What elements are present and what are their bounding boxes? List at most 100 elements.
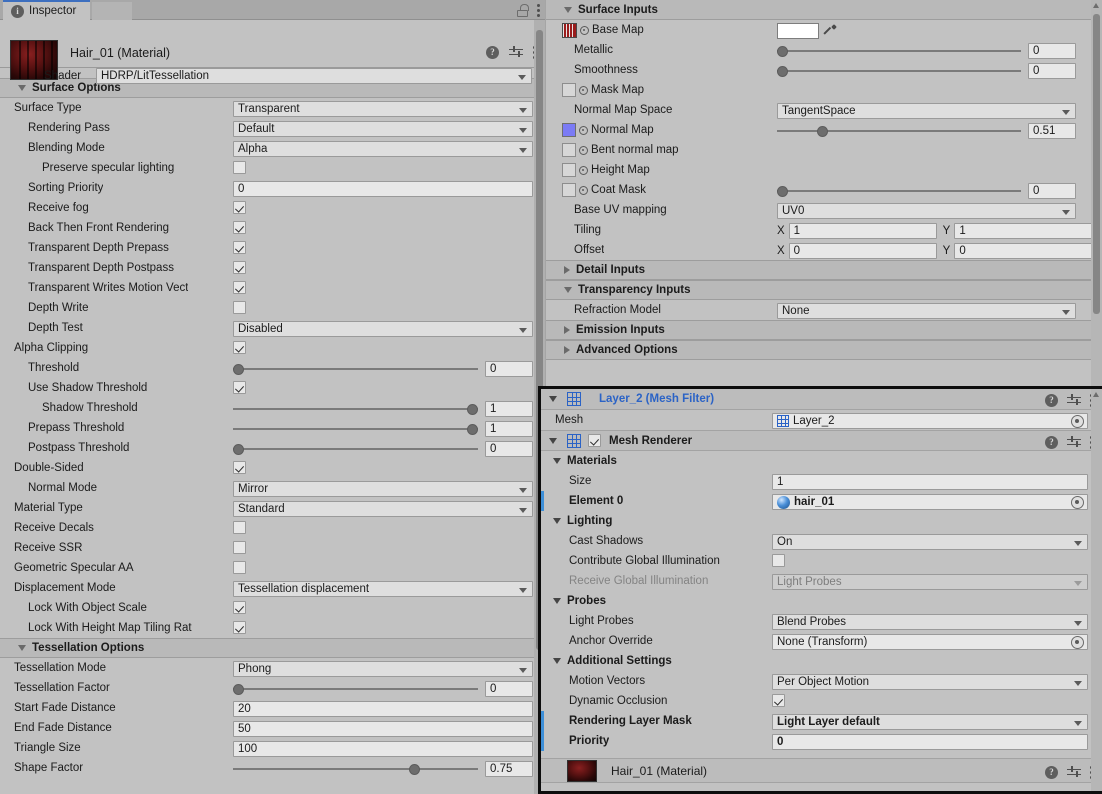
color-swatch-base-map[interactable] (777, 23, 819, 39)
input-tiling-y[interactable]: 1 (954, 223, 1102, 239)
input-sorting-priority[interactable]: 0 (233, 181, 533, 197)
checkbox-geometric-specular-aa[interactable] (233, 561, 246, 574)
texture-thumbnail-base-map[interactable] (562, 22, 577, 38)
slider-coat-mask[interactable] (777, 184, 1021, 198)
checkbox-depth-write[interactable] (233, 301, 246, 314)
scroll-up-arrow-icon[interactable] (1093, 392, 1099, 397)
preset-icon[interactable] (1067, 394, 1081, 407)
input-triangle-size[interactable]: 100 (233, 741, 533, 757)
input-normal-map[interactable]: 0.51 (1028, 123, 1076, 139)
texture-slot-empty[interactable] (562, 83, 576, 97)
dropdown-refraction-model[interactable]: None (777, 303, 1076, 319)
input-tessellation-factor[interactable]: 0 (485, 681, 533, 697)
dropdown-blending-mode[interactable]: Alpha (233, 141, 533, 157)
input-threshold[interactable]: 0 (485, 361, 533, 377)
help-icon[interactable]: ? (1045, 765, 1058, 779)
checkbox-receive-ssr[interactable] (233, 541, 246, 554)
section-surface-inputs[interactable]: Surface Inputs (546, 0, 1102, 20)
checkbox-double-sided[interactable] (233, 461, 246, 474)
section-advanced-options[interactable]: Advanced Options (546, 340, 1102, 360)
help-icon[interactable]: ? (1045, 435, 1058, 449)
checkbox-transparent-depth-postpass[interactable] (233, 261, 246, 274)
dropdown-light-probes[interactable]: Blend Probes (772, 614, 1088, 630)
checkbox-alpha-clipping[interactable] (233, 341, 246, 354)
input-end-fade-distance[interactable]: 50 (233, 721, 533, 737)
checkbox-use-shadow-threshold[interactable] (233, 381, 246, 394)
object-picker-icon[interactable] (1071, 635, 1084, 649)
texture-slot-empty[interactable] (562, 163, 576, 177)
section-detail-inputs[interactable]: Detail Inputs (546, 260, 1102, 280)
slider-knob[interactable] (816, 126, 828, 137)
input-tiling-x[interactable]: 1 (788, 223, 937, 239)
slider-tessellation-factor[interactable] (233, 682, 478, 696)
input-offset-y[interactable]: 0 (954, 243, 1102, 259)
help-icon[interactable]: ? (1045, 393, 1058, 407)
section-transparency-inputs[interactable]: Transparency Inputs (546, 280, 1102, 300)
checkbox-lock-with-object-scale[interactable] (233, 601, 246, 614)
checkbox-dynamic-occlusion[interactable] (772, 694, 785, 707)
texture-slot-empty[interactable] (562, 143, 576, 157)
right-bottom-scrollbar[interactable] (1091, 389, 1102, 791)
texture-property-dot-icon[interactable] (579, 185, 588, 195)
eyedropper-icon[interactable] (823, 24, 837, 38)
group-header-materials[interactable]: Materials (541, 451, 1102, 471)
dropdown-motion-vectors[interactable]: Per Object Motion (772, 674, 1088, 690)
slider-knob[interactable] (233, 444, 244, 455)
preset-icon[interactable] (509, 46, 523, 59)
input-offset-x[interactable]: 0 (788, 243, 937, 259)
dropdown-displacement-mode[interactable]: Tessellation displacement (233, 581, 533, 597)
checkbox-transparent-writes-motion-vect[interactable] (233, 281, 246, 294)
section-emission-inputs[interactable]: Emission Inputs (546, 320, 1102, 340)
shader-dropdown[interactable]: HDRP/LitTessellation (96, 68, 532, 84)
group-header-probes[interactable]: Probes (541, 591, 1102, 611)
dropdown-base-uv-mapping[interactable]: UV0 (777, 203, 1076, 219)
texture-property-dot-icon[interactable] (579, 125, 588, 135)
component-header-mesh-renderer[interactable]: Mesh Renderer ? (541, 430, 1102, 451)
input-coat-mask[interactable]: 0 (1028, 183, 1076, 199)
dropdown-receive-global-illumination[interactable]: Light Probes (772, 574, 1088, 590)
component-header-bottom-material[interactable]: Hair_01 (Material) ? (541, 759, 1102, 783)
slider-normal-map[interactable] (777, 124, 1021, 138)
slider-knob[interactable] (233, 684, 244, 695)
mesh-renderer-enabled-checkbox[interactable] (588, 434, 601, 447)
object-field-anchor-override[interactable]: None (Transform) (772, 634, 1088, 650)
checkbox-back-then-front-rendering[interactable] (233, 221, 246, 234)
texture-property-dot-icon[interactable] (580, 25, 589, 35)
component-header-mesh-filter[interactable]: Layer_2 (Mesh Filter) ? (541, 389, 1102, 410)
object-field-element-0[interactable]: hair_01 (772, 494, 1088, 510)
dropdown-rendering-layer-mask[interactable]: Light Layer default (772, 714, 1088, 730)
slider-shape-factor[interactable] (233, 762, 478, 776)
texture-thumbnail[interactable] (562, 123, 576, 137)
lock-open-icon[interactable] (517, 3, 529, 17)
group-header-lighting[interactable]: Lighting (541, 511, 1102, 531)
preset-icon[interactable] (1067, 766, 1081, 779)
slider-knob[interactable] (777, 46, 788, 57)
slider-knob[interactable] (467, 424, 478, 435)
slider-knob[interactable] (467, 404, 478, 415)
dropdown-surface-type[interactable]: Transparent (233, 101, 533, 117)
dropdown-cast-shadows[interactable]: On (772, 534, 1088, 550)
checkbox-contribute-global-illumination[interactable] (772, 554, 785, 567)
checkbox-receive-decals[interactable] (233, 521, 246, 534)
dropdown-normal-map-space[interactable]: TangentSpace (777, 103, 1076, 119)
dropdown-material-type[interactable]: Standard (233, 501, 533, 517)
input-priority[interactable]: 0 (772, 734, 1088, 750)
tab-inspector[interactable]: i Inspector (3, 0, 91, 20)
dropdown-rendering-pass[interactable]: Default (233, 121, 533, 137)
preset-icon[interactable] (1067, 436, 1081, 449)
section-tessellation-options[interactable]: Tessellation Options (0, 638, 545, 658)
object-field-mesh[interactable]: Layer_2 (772, 413, 1088, 429)
input-size[interactable]: 1 (772, 474, 1088, 490)
scroll-up-arrow-icon[interactable] (1093, 3, 1099, 8)
scrollbar-thumb[interactable] (1093, 14, 1100, 314)
texture-property-dot-icon[interactable] (579, 165, 588, 175)
dropdown-tessellation-mode[interactable]: Phong (233, 661, 533, 677)
slider-knob[interactable] (777, 66, 788, 77)
slider-postpass-threshold[interactable] (233, 442, 478, 456)
slider-knob[interactable] (777, 186, 788, 197)
input-postpass-threshold[interactable]: 0 (485, 441, 533, 457)
slider-threshold[interactable] (233, 362, 478, 376)
texture-property-dot-icon[interactable] (579, 85, 588, 95)
input-metallic[interactable]: 0 (1028, 43, 1076, 59)
group-header-additional-settings[interactable]: Additional Settings (541, 651, 1102, 671)
